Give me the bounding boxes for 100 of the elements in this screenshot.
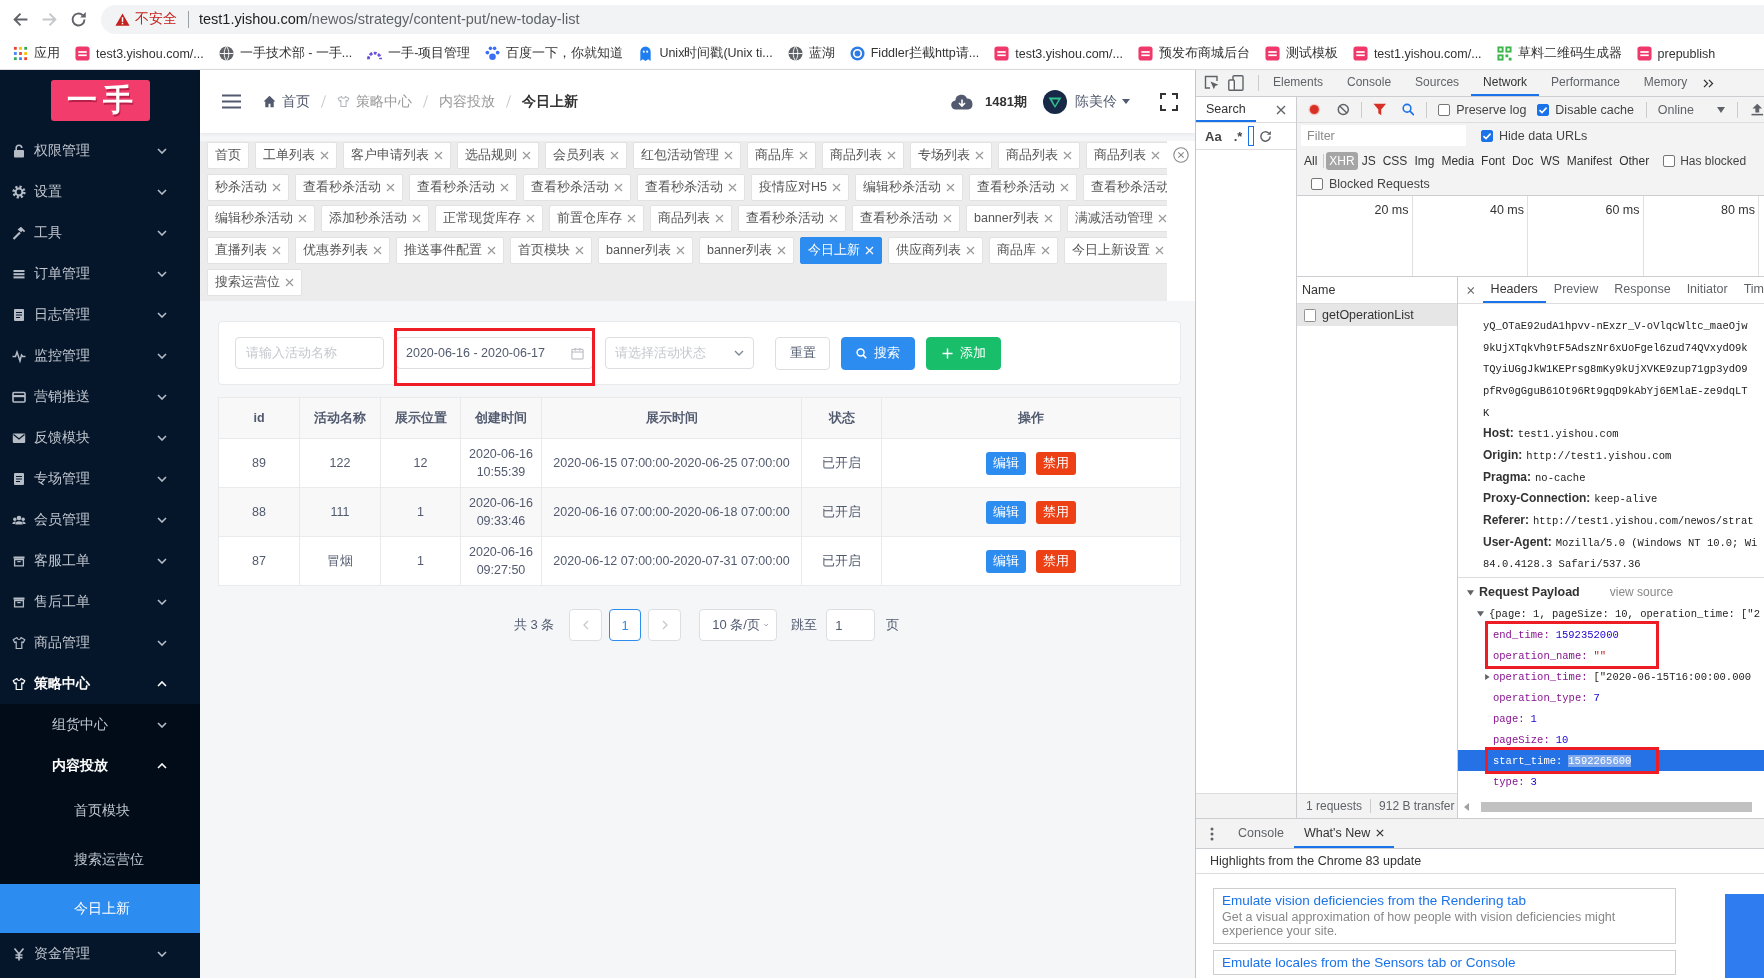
bookmark[interactable]: 草料二维码生成器 — [1496, 45, 1622, 62]
close-icon[interactable] — [1276, 104, 1286, 115]
page-tab[interactable]: 前置仓库存 — [549, 205, 644, 233]
bookmark[interactable]: 一手技术部 - 一手... — [218, 45, 353, 62]
bookmark[interactable]: prepublish — [1636, 46, 1716, 61]
throttling-select[interactable]: Online — [1657, 102, 1726, 117]
page-tab[interactable]: 查看秒杀活动 — [409, 173, 517, 201]
page-tab[interactable]: 供应商列表 — [887, 237, 983, 265]
page-tab[interactable]: 商品库 — [988, 237, 1058, 265]
double-chevron-icon[interactable] — [1703, 78, 1715, 88]
page-tab[interactable]: 首页模块 — [510, 237, 592, 265]
device-icon[interactable] — [1228, 75, 1244, 91]
page-tab[interactable]: 商品列表 — [1086, 142, 1167, 169]
search-input[interactable] — [1248, 126, 1255, 146]
page-tab[interactable]: 查看秒杀活动 — [523, 173, 631, 201]
avatar-icon[interactable] — [1043, 89, 1067, 114]
clear-icon[interactable] — [1336, 103, 1350, 116]
page-tab[interactable]: 直播列表 — [207, 237, 289, 265]
reset-button[interactable]: 重置 — [775, 336, 830, 370]
inspect-icon[interactable] — [1204, 75, 1220, 91]
page-tab[interactable]: banner列表 — [698, 237, 794, 265]
triangle-icon[interactable] — [1484, 673, 1490, 680]
more-icon[interactable] — [1210, 826, 1214, 841]
disable-button[interactable]: 禁用 — [1036, 549, 1076, 573]
url-text[interactable]: test1.yishou.com/newos/strategy/content-put/new-today-list — [199, 11, 580, 27]
menu-item[interactable]: 客服工单 — [0, 540, 200, 581]
detail-tab[interactable]: Tim — [1735, 277, 1764, 303]
bookmark[interactable]: 百度一下，你就知道 — [485, 45, 624, 62]
page-tab[interactable]: 正常现货库存 — [435, 205, 543, 233]
filter-icon[interactable] — [1373, 103, 1387, 116]
page-tab[interactable]: 商品列表 — [998, 142, 1080, 169]
search-icon[interactable] — [1401, 103, 1415, 116]
checkbox-label[interactable]: Has blocked — [1680, 153, 1747, 168]
page-tab[interactable]: 推送事件配置 — [396, 237, 504, 265]
type-filter-button[interactable]: CSS — [1379, 151, 1411, 170]
menu-item[interactable]: 营销推送 — [0, 376, 200, 417]
record-icon[interactable] — [1308, 103, 1321, 116]
bookmark[interactable]: Unix时间戳(Unix ti... — [638, 45, 773, 62]
checkbox[interactable] — [1481, 129, 1493, 142]
page-tab[interactable]: banner列表 — [966, 205, 1061, 233]
feature-link[interactable]: Emulate vision deficiencies from the Rendering tab — [1222, 893, 1667, 908]
close-icon[interactable] — [1467, 285, 1475, 295]
filter-input[interactable]: Filter — [1301, 125, 1466, 146]
view-source-link[interactable]: view source — [1609, 585, 1674, 600]
page-tab[interactable]: 秒杀活动 — [207, 173, 289, 201]
bookmark[interactable]: 预发布商城后台 — [1137, 45, 1250, 62]
page-tab[interactable]: 商品列表 — [822, 142, 904, 169]
detail-tab[interactable]: Preview — [1545, 277, 1607, 303]
page-tab[interactable]: 首页 — [207, 142, 249, 169]
type-filter-button[interactable]: Doc — [1509, 151, 1537, 170]
back-icon[interactable] — [12, 10, 29, 28]
page-tab[interactable]: 客户申请列表 — [343, 142, 451, 169]
feature-link[interactable]: Emulate locales from the Sensors tab or Console — [1222, 954, 1667, 970]
menu-item[interactable]: 内容投放 — [0, 745, 200, 786]
page-tab[interactable]: 查看秒杀活动 — [295, 173, 403, 201]
page-tab[interactable]: 查看秒杀活动 — [738, 205, 846, 233]
devtools-tab[interactable]: Elements — [1261, 70, 1336, 96]
page-tab[interactable]: 疫情应对H5 — [751, 173, 849, 201]
checkbox[interactable] — [1663, 154, 1676, 167]
page-tab[interactable]: 会员列表 — [545, 142, 627, 169]
type-filter-button[interactable]: All — [1301, 151, 1321, 170]
search-tab[interactable]: Search — [1196, 97, 1256, 122]
circle-close-icon[interactable] — [1173, 147, 1189, 163]
user-menu[interactable]: 陈美伶 — [1075, 92, 1130, 111]
disable-button[interactable]: 禁用 — [1036, 500, 1076, 524]
refresh-icon[interactable] — [1259, 129, 1273, 143]
triangle-icon[interactable] — [1477, 610, 1484, 618]
checkbox[interactable] — [1537, 103, 1550, 116]
menu-item[interactable]: 会员管理 — [0, 499, 200, 540]
page-tab[interactable]: 编辑秒杀活动 — [855, 173, 963, 201]
cloud-download-icon[interactable] — [951, 93, 974, 110]
page-tab[interactable]: banner列表 — [598, 237, 693, 265]
fullscreen-icon[interactable] — [1160, 92, 1178, 111]
menu-item[interactable]: 专场管理 — [0, 458, 200, 499]
menu-item[interactable]: 组货中心 — [0, 704, 200, 745]
menu-item[interactable]: 策略中心 — [0, 663, 200, 704]
menu-icon[interactable] — [222, 94, 241, 109]
type-filter-button[interactable]: Font — [1478, 151, 1509, 170]
page-tab[interactable]: 查看秒杀活动 — [852, 205, 960, 233]
checkbox[interactable] — [1311, 178, 1323, 190]
menu-item[interactable]: 工具 — [0, 212, 200, 253]
checkbox-label[interactable]: Hide data URLs — [1499, 128, 1588, 143]
page-tab[interactable]: 查看秒杀活动 — [637, 173, 745, 201]
detail-tab[interactable]: Initiator — [1678, 277, 1736, 303]
type-filter-button[interactable]: Manifest — [1563, 151, 1616, 170]
reload-icon[interactable] — [70, 10, 87, 28]
menu-item[interactable]: 订单管理 — [0, 253, 200, 294]
menu-item[interactable]: 搜索运营位 — [0, 835, 200, 884]
menu-item[interactable]: 反馈模块 — [0, 417, 200, 458]
type-filter-button[interactable]: Img — [1411, 151, 1438, 170]
devtools-tab[interactable]: Sources — [1403, 70, 1472, 96]
devtools-tab[interactable]: Console — [1335, 70, 1404, 96]
page-size-select[interactable]: 10 条/页 — [699, 609, 778, 641]
devtools-tab[interactable]: Memory — [1631, 70, 1700, 96]
menu-item[interactable]: 日志管理 — [0, 294, 200, 335]
payload-row[interactable]: page: 1 — [1458, 708, 1764, 730]
menu-item[interactable]: 资金管理 — [0, 933, 200, 974]
menu-item[interactable]: 设置 — [0, 171, 200, 212]
drawer-tab[interactable]: Console — [1228, 819, 1294, 848]
type-filter-button[interactable]: WS — [1537, 151, 1563, 170]
